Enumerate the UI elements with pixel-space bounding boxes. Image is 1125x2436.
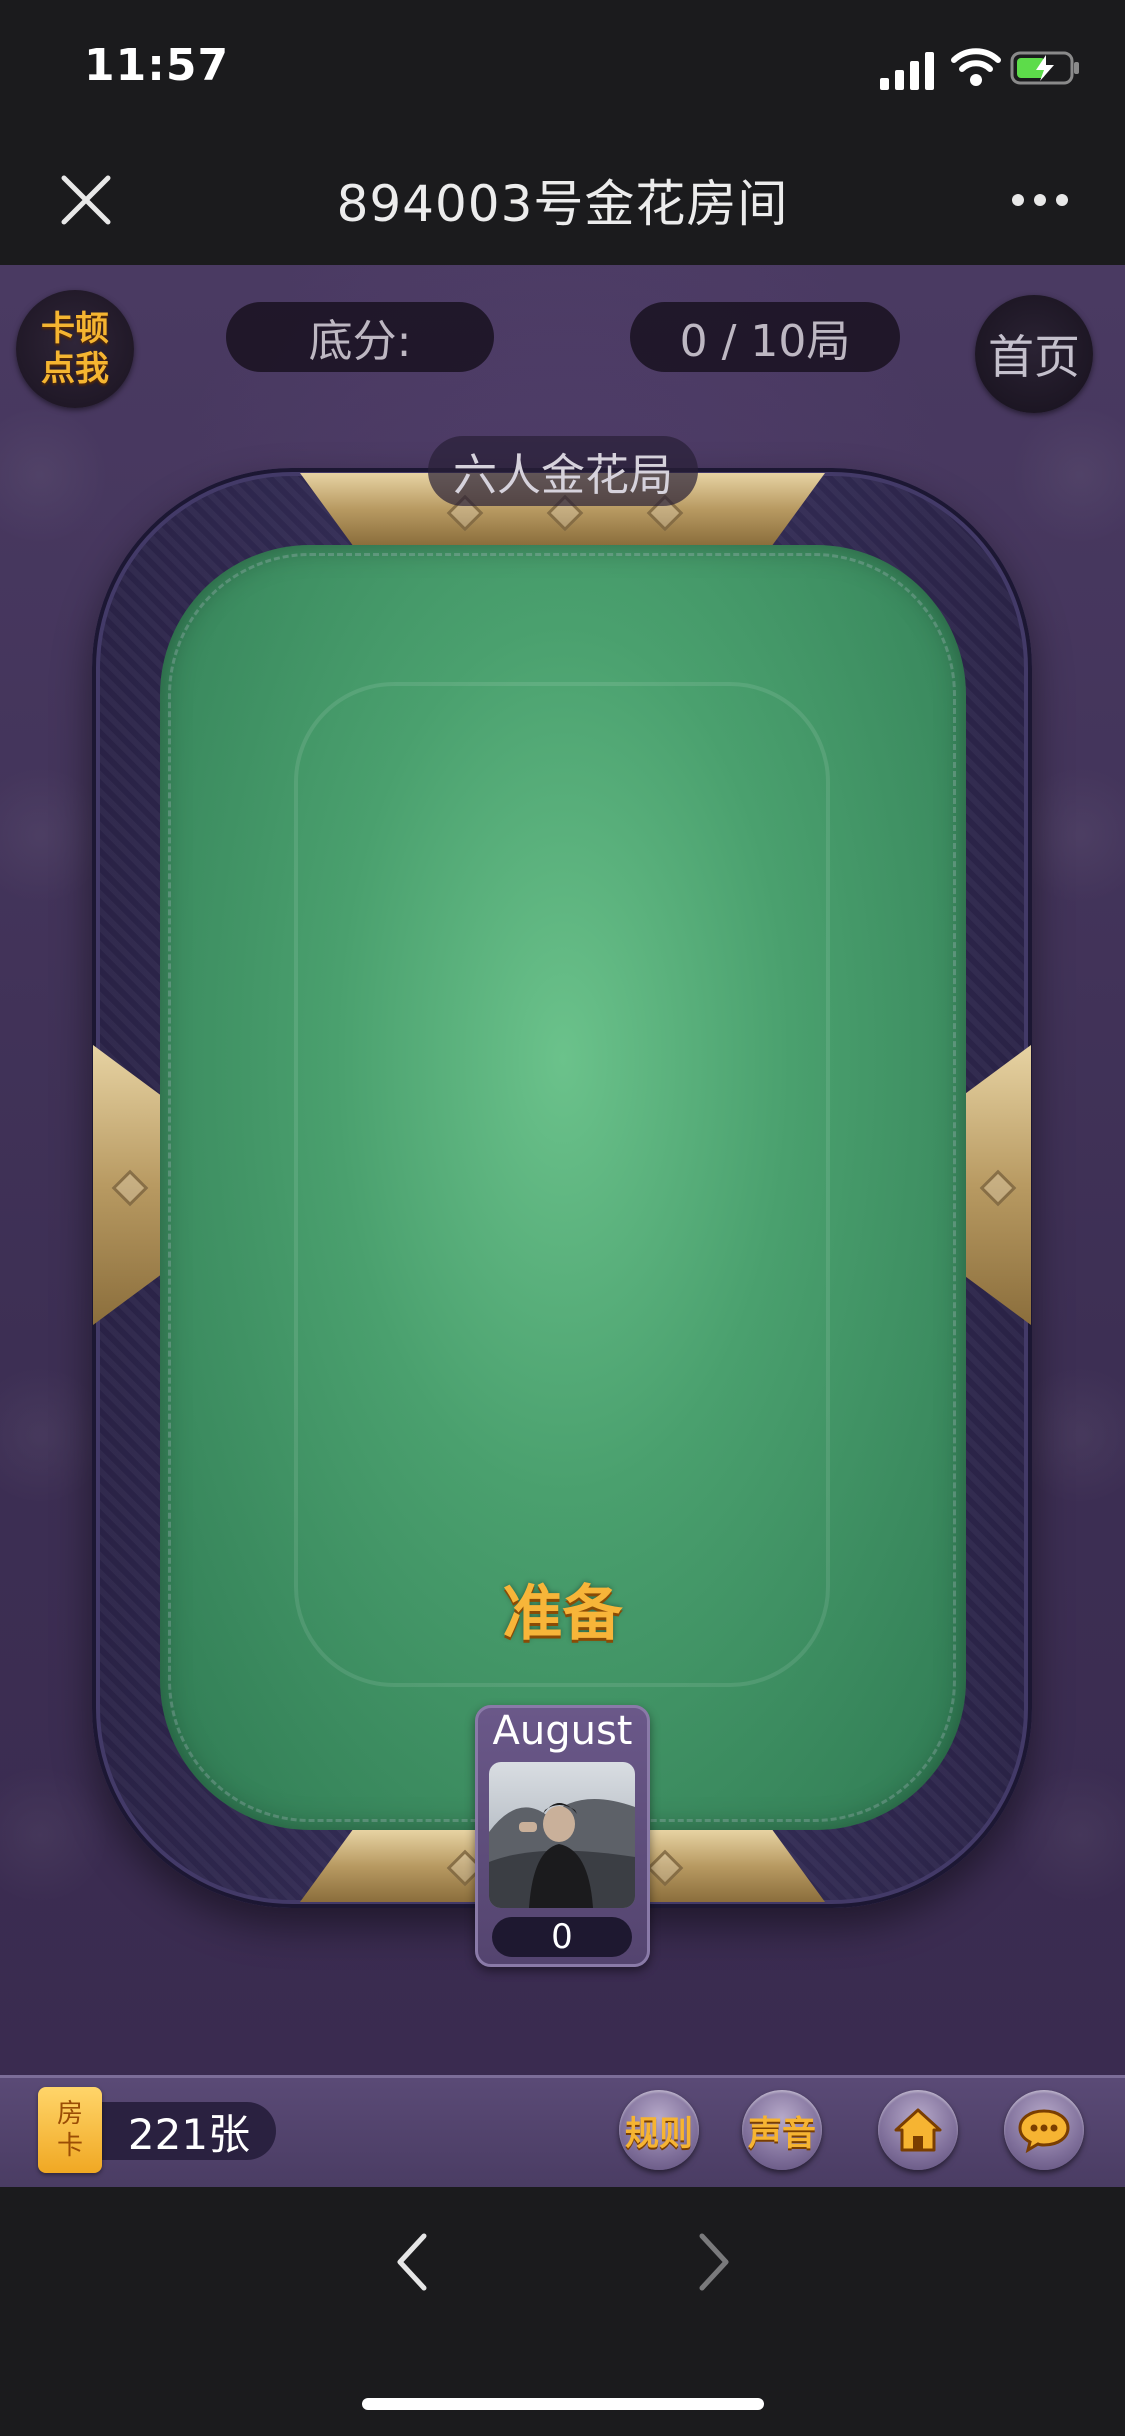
- avatar: [489, 1762, 635, 1908]
- more-icon[interactable]: [1010, 190, 1070, 210]
- lag-button-line2: 点我: [41, 349, 109, 389]
- wifi-icon: [951, 48, 1001, 86]
- table-type-label: 六人金花局: [428, 436, 698, 506]
- battery-charging-icon: [1010, 51, 1079, 85]
- player-name: August: [492, 1708, 633, 1754]
- signal-icon: [880, 52, 934, 90]
- status-time: 11:57: [84, 40, 230, 91]
- lag-button-line1: 卡顿: [41, 309, 109, 349]
- ready-button[interactable]: 准备: [0, 1565, 1125, 1652]
- home-indicator: [362, 2398, 764, 2410]
- page-title: 894003号金花房间: [336, 175, 789, 233]
- home-page-button[interactable]: 首页: [975, 295, 1093, 413]
- chat-button[interactable]: [1004, 2090, 1084, 2170]
- sound-button[interactable]: 声音: [742, 2090, 822, 2170]
- back-arrow-icon[interactable]: [394, 2232, 430, 2292]
- room-card-line2: 卡: [56, 2131, 83, 2161]
- lag-report-button[interactable]: 卡顿 点我: [16, 290, 134, 408]
- home-button[interactable]: [878, 2090, 958, 2170]
- rules-button[interactable]: 规则: [619, 2090, 699, 2170]
- room-card-icon: 房 卡: [38, 2087, 102, 2173]
- round-counter: 0 / 10局: [630, 302, 900, 372]
- room-card-count: 221张: [102, 2102, 276, 2160]
- player-score: 0: [492, 1917, 632, 1957]
- forward-arrow-icon[interactable]: [696, 2232, 732, 2292]
- play-area-border: [294, 682, 830, 1687]
- chat-icon: [1018, 2109, 1070, 2153]
- home-icon: [894, 2108, 942, 2152]
- room-card-line1: 房: [56, 2099, 83, 2129]
- base-score-label: 底分:: [226, 302, 494, 372]
